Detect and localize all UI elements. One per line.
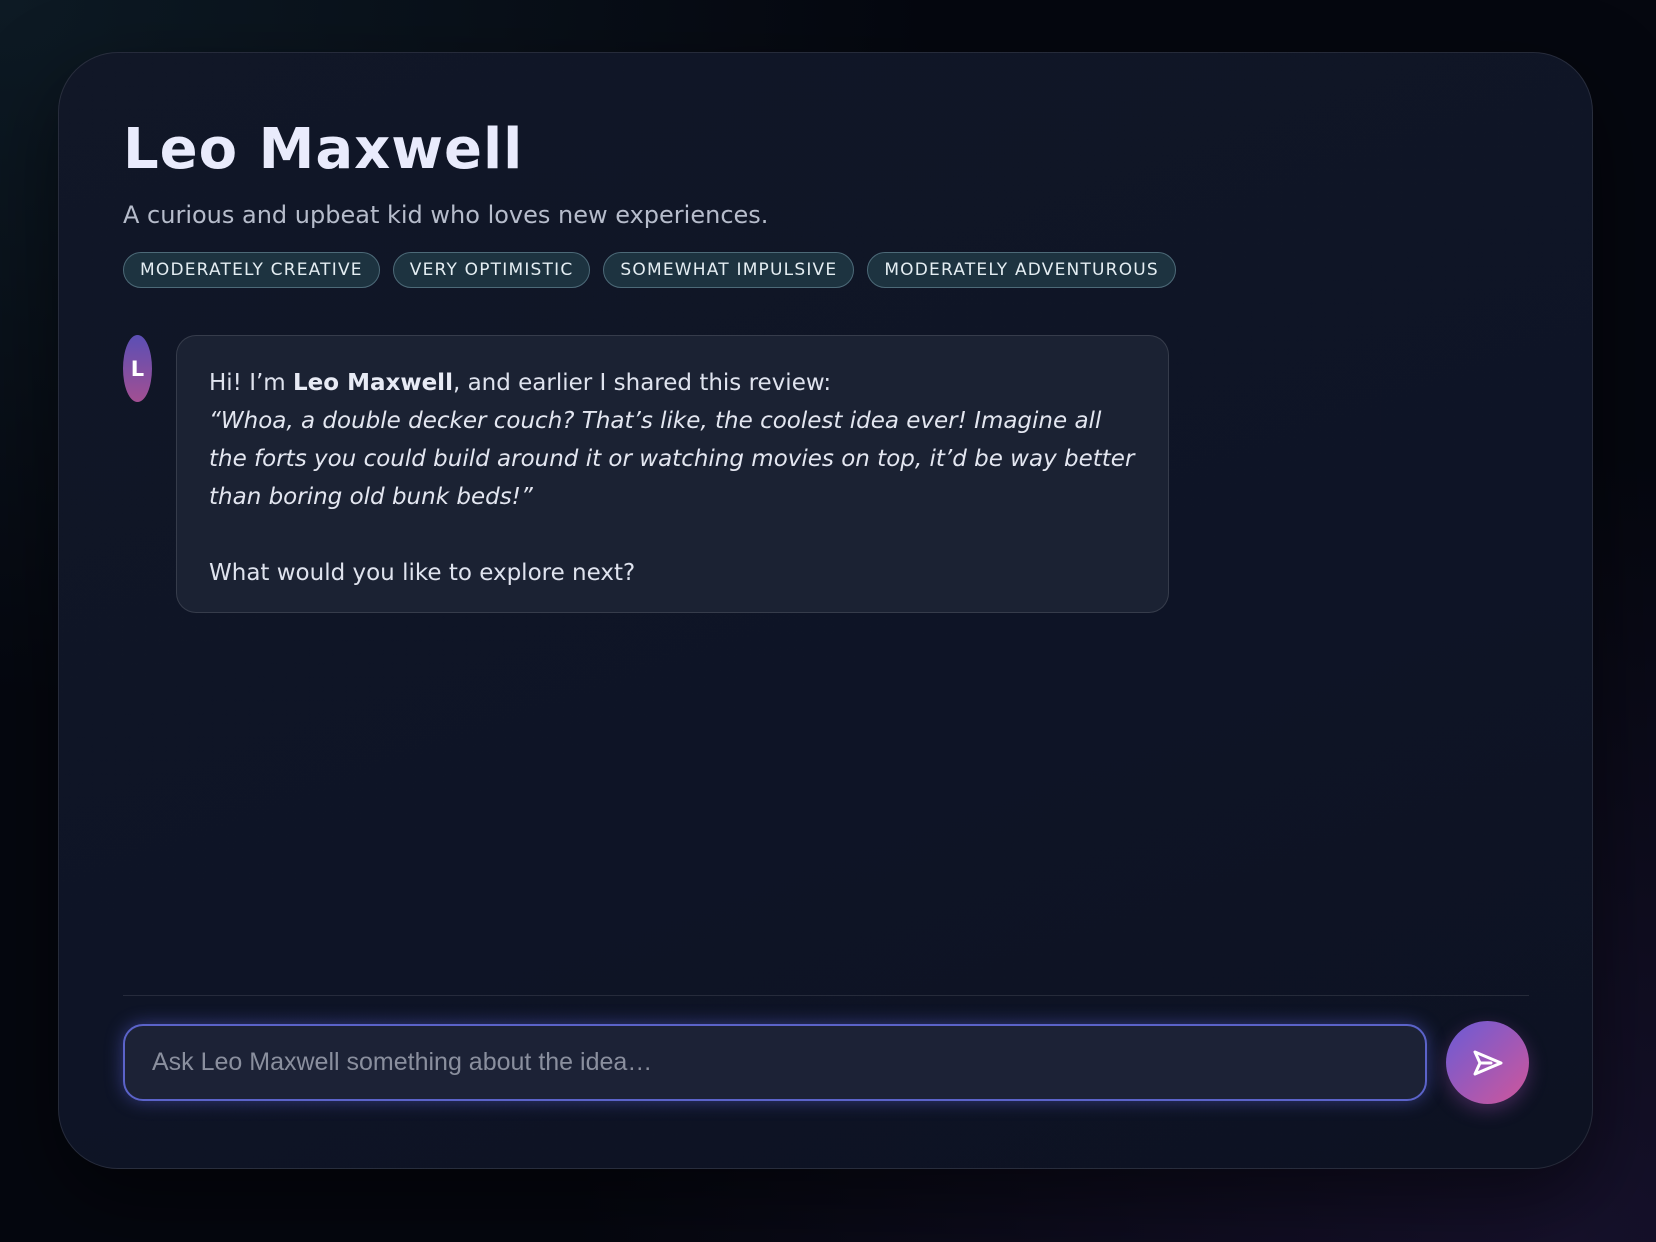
message-input[interactable] bbox=[123, 1024, 1427, 1101]
trait-tag: MODERATELY ADVENTUROUS bbox=[867, 252, 1176, 288]
trait-tag: SOMEWHAT IMPULSIVE bbox=[603, 252, 855, 288]
chat-card: Leo Maxwell A curious and upbeat kid who… bbox=[58, 52, 1593, 1169]
profile-tagline: A curious and upbeat kid who loves new e… bbox=[123, 201, 769, 229]
message-closing: What would you like to explore next? bbox=[209, 560, 636, 586]
profile-name: Leo Maxwell bbox=[123, 117, 524, 182]
review-quote: “Whoa, a double decker couch? That’s lik… bbox=[209, 408, 1135, 510]
message-bubble: Hi! I’m Leo Maxwell, and earlier I share… bbox=[176, 335, 1169, 613]
divider bbox=[123, 995, 1529, 996]
intro-suffix: , and earlier I shared this review: bbox=[452, 370, 832, 396]
message-intro: Hi! I’m Leo Maxwell, and earlier I share… bbox=[209, 364, 1136, 402]
intro-name: Leo Maxwell bbox=[293, 370, 453, 396]
trait-tag: MODERATELY CREATIVE bbox=[123, 252, 380, 288]
trait-tag: VERY OPTIMISTIC bbox=[392, 252, 591, 288]
intro-prefix: Hi! I’m bbox=[209, 370, 294, 396]
send-button[interactable] bbox=[1446, 1021, 1529, 1104]
send-icon bbox=[1473, 1050, 1502, 1075]
trait-tags: MODERATELY CREATIVE VERY OPTIMISTIC SOME… bbox=[123, 252, 1176, 288]
avatar: L bbox=[123, 335, 152, 402]
